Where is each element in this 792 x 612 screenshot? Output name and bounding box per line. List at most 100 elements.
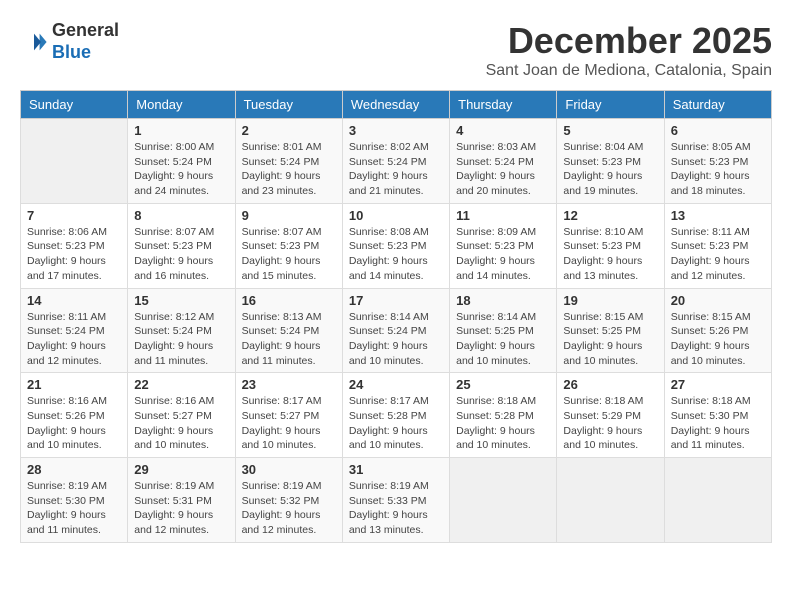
- day-number: 8: [134, 208, 228, 223]
- calendar-cell: 29 Sunrise: 8:19 AM Sunset: 5:31 PM Dayli…: [128, 458, 235, 543]
- day-info: Sunrise: 8:07 AM Sunset: 5:23 PM Dayligh…: [242, 225, 336, 284]
- calendar-cell: 1 Sunrise: 8:00 AM Sunset: 5:24 PM Daylig…: [128, 119, 235, 204]
- calendar-cell: 6 Sunrise: 8:05 AM Sunset: 5:23 PM Daylig…: [664, 119, 771, 204]
- day-number: 11: [456, 208, 550, 223]
- header-thursday: Thursday: [450, 91, 557, 119]
- calendar-cell: 17 Sunrise: 8:14 AM Sunset: 5:24 PM Dayli…: [342, 288, 449, 373]
- day-info: Sunrise: 8:03 AM Sunset: 5:24 PM Dayligh…: [456, 140, 550, 199]
- calendar-cell: 16Sunrise: 8:13 AM Sunset: 5:24 PM Dayli…: [235, 288, 342, 373]
- day-number: 29: [134, 462, 228, 477]
- day-number: 20: [671, 293, 765, 308]
- day-number: 1: [134, 123, 228, 138]
- day-number: 6: [671, 123, 765, 138]
- day-number: 22: [134, 377, 228, 392]
- calendar-cell: 23 Sunrise: 8:17 AM Sunset: 5:27 PM Dayli…: [235, 373, 342, 458]
- day-info: Sunrise: 8:11 AM Sunset: 5:24 PM Dayligh…: [27, 310, 121, 369]
- day-number: 9: [242, 208, 336, 223]
- day-info: Sunrise: 8:19 AM Sunset: 5:30 PM Dayligh…: [27, 479, 121, 538]
- calendar-header: Sunday Monday Tuesday Wednesday Thursday…: [21, 91, 772, 119]
- calendar-cell: 27 Sunrise: 8:18 AM Sunset: 5:30 PM Dayli…: [664, 373, 771, 458]
- calendar-week-5: 28 Sunrise: 8:19 AM Sunset: 5:30 PM Dayli…: [21, 458, 772, 543]
- day-number: 18: [456, 293, 550, 308]
- day-info: Sunrise: 8:15 AM Sunset: 5:26 PM Dayligh…: [671, 310, 765, 369]
- logo: General Blue: [20, 20, 119, 63]
- calendar-cell: 11Sunrise: 8:09 AM Sunset: 5:23 PM Dayli…: [450, 203, 557, 288]
- day-number: 19: [563, 293, 657, 308]
- calendar-cell: 12Sunrise: 8:10 AM Sunset: 5:23 PM Dayli…: [557, 203, 664, 288]
- day-number: 5: [563, 123, 657, 138]
- logo-blue-text: Blue: [52, 42, 91, 62]
- day-number: 13: [671, 208, 765, 223]
- calendar-cell: 4Sunrise: 8:03 AM Sunset: 5:24 PM Daylig…: [450, 119, 557, 204]
- day-info: Sunrise: 8:16 AM Sunset: 5:27 PM Dayligh…: [134, 394, 228, 453]
- day-info: Sunrise: 8:14 AM Sunset: 5:25 PM Dayligh…: [456, 310, 550, 369]
- day-info: Sunrise: 8:19 AM Sunset: 5:33 PM Dayligh…: [349, 479, 443, 538]
- calendar-cell: 19 Sunrise: 8:15 AM Sunset: 5:25 PM Dayli…: [557, 288, 664, 373]
- day-info: Sunrise: 8:05 AM Sunset: 5:23 PM Dayligh…: [671, 140, 765, 199]
- calendar-cell: [450, 458, 557, 543]
- calendar-cell: 13 Sunrise: 8:11 AM Sunset: 5:23 PM Dayli…: [664, 203, 771, 288]
- days-of-week-row: Sunday Monday Tuesday Wednesday Thursday…: [21, 91, 772, 119]
- calendar-cell: 10 Sunrise: 8:08 AM Sunset: 5:23 PM Dayli…: [342, 203, 449, 288]
- title-section: December 2025 Sant Joan de Mediona, Cata…: [486, 20, 772, 80]
- day-number: 16: [242, 293, 336, 308]
- day-number: 12: [563, 208, 657, 223]
- day-info: Sunrise: 8:16 AM Sunset: 5:26 PM Dayligh…: [27, 394, 121, 453]
- day-number: 10: [349, 208, 443, 223]
- day-number: 31: [349, 462, 443, 477]
- day-info: Sunrise: 8:07 AM Sunset: 5:23 PM Dayligh…: [134, 225, 228, 284]
- header-wednesday: Wednesday: [342, 91, 449, 119]
- day-info: Sunrise: 8:17 AM Sunset: 5:27 PM Dayligh…: [242, 394, 336, 453]
- calendar-body: 1 Sunrise: 8:00 AM Sunset: 5:24 PM Daylig…: [21, 119, 772, 543]
- day-number: 26: [563, 377, 657, 392]
- day-info: Sunrise: 8:19 AM Sunset: 5:32 PM Dayligh…: [242, 479, 336, 538]
- calendar-cell: 25Sunrise: 8:18 AM Sunset: 5:28 PM Dayli…: [450, 373, 557, 458]
- day-info: Sunrise: 8:14 AM Sunset: 5:24 PM Dayligh…: [349, 310, 443, 369]
- calendar-cell: 31 Sunrise: 8:19 AM Sunset: 5:33 PM Dayli…: [342, 458, 449, 543]
- day-number: 3: [349, 123, 443, 138]
- header-tuesday: Tuesday: [235, 91, 342, 119]
- calendar-cell: 15 Sunrise: 8:12 AM Sunset: 5:24 PM Dayli…: [128, 288, 235, 373]
- calendar-cell: 20 Sunrise: 8:15 AM Sunset: 5:26 PM Dayli…: [664, 288, 771, 373]
- day-number: 21: [27, 377, 121, 392]
- day-number: 2: [242, 123, 336, 138]
- calendar-cell: 30 Sunrise: 8:19 AM Sunset: 5:32 PM Dayli…: [235, 458, 342, 543]
- header-saturday: Saturday: [664, 91, 771, 119]
- day-info: Sunrise: 8:06 AM Sunset: 5:23 PM Dayligh…: [27, 225, 121, 284]
- day-info: Sunrise: 8:11 AM Sunset: 5:23 PM Dayligh…: [671, 225, 765, 284]
- calendar-cell: 22 Sunrise: 8:16 AM Sunset: 5:27 PM Dayli…: [128, 373, 235, 458]
- calendar-cell: 2 Sunrise: 8:01 AM Sunset: 5:24 PM Daylig…: [235, 119, 342, 204]
- calendar-cell: [21, 119, 128, 204]
- day-number: 7: [27, 208, 121, 223]
- day-info: Sunrise: 8:19 AM Sunset: 5:31 PM Dayligh…: [134, 479, 228, 538]
- calendar-table: Sunday Monday Tuesday Wednesday Thursday…: [20, 90, 772, 543]
- day-info: Sunrise: 8:18 AM Sunset: 5:29 PM Dayligh…: [563, 394, 657, 453]
- day-number: 30: [242, 462, 336, 477]
- day-number: 23: [242, 377, 336, 392]
- day-info: Sunrise: 8:17 AM Sunset: 5:28 PM Dayligh…: [349, 394, 443, 453]
- day-info: Sunrise: 8:01 AM Sunset: 5:24 PM Dayligh…: [242, 140, 336, 199]
- logo-general-text: General: [52, 20, 119, 40]
- day-info: Sunrise: 8:12 AM Sunset: 5:24 PM Dayligh…: [134, 310, 228, 369]
- location-text: Sant Joan de Mediona, Catalonia, Spain: [486, 62, 772, 80]
- page-header: General Blue December 2025 Sant Joan de …: [20, 20, 772, 80]
- calendar-cell: [664, 458, 771, 543]
- day-info: Sunrise: 8:08 AM Sunset: 5:23 PM Dayligh…: [349, 225, 443, 284]
- day-number: 28: [27, 462, 121, 477]
- calendar-cell: 3Sunrise: 8:02 AM Sunset: 5:24 PM Daylig…: [342, 119, 449, 204]
- day-info: Sunrise: 8:04 AM Sunset: 5:23 PM Dayligh…: [563, 140, 657, 199]
- day-number: 27: [671, 377, 765, 392]
- calendar-week-4: 21 Sunrise: 8:16 AM Sunset: 5:26 PM Dayli…: [21, 373, 772, 458]
- day-info: Sunrise: 8:00 AM Sunset: 5:24 PM Dayligh…: [134, 140, 228, 199]
- day-info: Sunrise: 8:18 AM Sunset: 5:30 PM Dayligh…: [671, 394, 765, 453]
- logo-icon: [20, 28, 48, 56]
- day-number: 15: [134, 293, 228, 308]
- day-number: 14: [27, 293, 121, 308]
- day-number: 17: [349, 293, 443, 308]
- calendar-cell: 21 Sunrise: 8:16 AM Sunset: 5:26 PM Dayli…: [21, 373, 128, 458]
- calendar-cell: 14 Sunrise: 8:11 AM Sunset: 5:24 PM Dayli…: [21, 288, 128, 373]
- calendar-cell: 5 Sunrise: 8:04 AM Sunset: 5:23 PM Daylig…: [557, 119, 664, 204]
- day-number: 25: [456, 377, 550, 392]
- day-info: Sunrise: 8:15 AM Sunset: 5:25 PM Dayligh…: [563, 310, 657, 369]
- calendar-week-3: 14 Sunrise: 8:11 AM Sunset: 5:24 PM Dayli…: [21, 288, 772, 373]
